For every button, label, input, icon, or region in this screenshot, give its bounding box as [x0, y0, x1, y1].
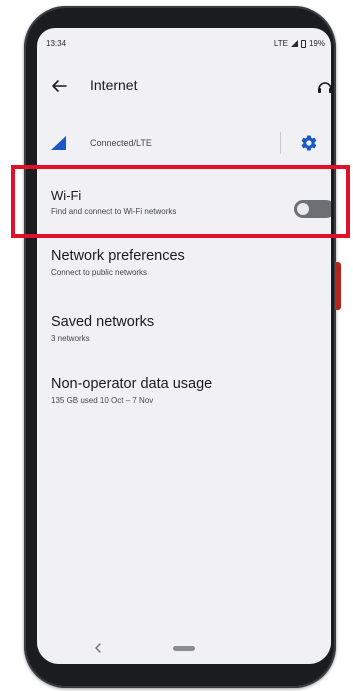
cell-signal-icon	[290, 40, 298, 47]
signal-icon	[51, 136, 66, 150]
battery-icon	[300, 39, 306, 48]
status-indicators: LTE 19%	[274, 39, 325, 48]
phone-side-button	[335, 262, 341, 310]
network-preferences-title: Network preferences	[51, 248, 185, 264]
home-pill[interactable]	[173, 646, 195, 651]
status-bar: 13:34 LTE 19%	[37, 28, 331, 56]
help-icon[interactable]	[315, 76, 331, 96]
arrow-back-icon[interactable]	[49, 76, 69, 96]
highlight-annotation	[11, 165, 350, 238]
saved-networks-title: Saved networks	[51, 314, 155, 330]
data-usage-title: Non-operator data usage	[51, 376, 213, 392]
page-title: Internet	[90, 77, 138, 93]
mobile-network-row[interactable]: Connected/LTE	[37, 124, 331, 160]
battery-level: 19%	[308, 39, 325, 48]
network-preferences-row[interactable]: Network preferences Connect to public ne…	[37, 248, 331, 292]
connection-status: Connected/LTE	[90, 138, 152, 148]
saved-networks-row[interactable]: Saved networks 3 networks	[37, 314, 331, 358]
network-preferences-subtitle: Connect to public networks	[51, 268, 148, 277]
app-bar: Internet	[37, 66, 331, 106]
status-time: 13:34	[46, 39, 67, 48]
device-screen: 13:34 LTE 19% Internet Connected/LTE Wi-…	[37, 28, 331, 664]
gear-icon[interactable]	[300, 134, 318, 152]
divider	[280, 132, 281, 154]
data-usage-row[interactable]: Non-operator data usage 135 GB used 10 O…	[37, 376, 331, 420]
navigation-bar	[37, 632, 331, 664]
data-usage-subtitle: 135 GB used 10 Oct – 7 Nov	[51, 396, 154, 405]
network-type: LTE	[273, 39, 288, 48]
chevron-left-icon[interactable]	[92, 642, 104, 654]
saved-networks-subtitle: 3 networks	[51, 334, 90, 343]
